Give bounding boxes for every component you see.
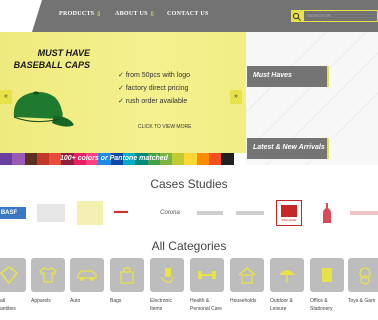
corona-logo: Corona [160, 210, 180, 216]
bear-icon [359, 267, 371, 285]
hand-icon [160, 268, 174, 283]
search-input[interactable]: SEARCH OR... [303, 10, 378, 22]
delhaize-logo: DELHAIZE [276, 200, 302, 226]
client-logo[interactable]: DELHAIZE [272, 196, 306, 230]
banner-title-line2: BASEBALL CAPS [13, 60, 90, 70]
client-logo-image [197, 211, 223, 215]
nav-contact[interactable]: CONTACT US [167, 11, 209, 17]
new-arrivals-tag[interactable]: Latest & New Arrivals [247, 138, 327, 159]
banner-bullet: ✓ factory direct pricing [118, 85, 189, 92]
nav-products-label: PRODUCTS [59, 11, 95, 17]
nav-about[interactable]: ABOUT US ▯ [115, 11, 154, 17]
nav-contact-label: CONTACT US [167, 11, 209, 17]
bottle-icon [323, 203, 331, 223]
house-icon [238, 267, 256, 284]
client-logo[interactable] [233, 196, 267, 230]
chevron-down-icon: ▯ [150, 12, 154, 17]
category-item[interactable]: Electronic Items [150, 258, 184, 313]
colorbar-caption: 100+ colors or Pantone matched [60, 155, 168, 162]
category-tile [70, 258, 104, 292]
category-label: Apparels [31, 298, 51, 304]
hero-banner[interactable]: MUST HAVE BASEBALL CAPS ✓ from 50pcs wit… [0, 32, 246, 153]
logo-area[interactable] [0, 0, 32, 32]
view-more-link[interactable]: CLICK TO VIEW MORE [138, 124, 191, 130]
category-item[interactable]: Auto [70, 258, 104, 305]
category-item[interactable]: Households [230, 258, 264, 305]
category-tile [150, 258, 184, 292]
notebook-icon [322, 268, 332, 282]
banner-bullet: ✓ rush order available [118, 98, 188, 105]
prev-slide-button[interactable]: « [0, 90, 12, 104]
category-item[interactable]: Apparels [31, 258, 65, 305]
banner-bullets: ✓ from 50pcs with logo ✓ factory direct … [118, 69, 190, 108]
cases-studies-heading: Cases Studies [150, 177, 228, 191]
umbrella-icon [279, 270, 295, 283]
client-logo[interactable]: BASF [0, 196, 26, 230]
category-tile [0, 258, 26, 292]
client-logo[interactable] [34, 196, 68, 230]
client-logo-image [37, 204, 65, 222]
category-item[interactable]: Toys & Gam [348, 258, 378, 305]
tshirt-icon [39, 267, 57, 283]
nav-about-label: ABOUT US [115, 11, 148, 17]
search-button[interactable] [291, 10, 303, 22]
client-logo-image [77, 201, 103, 225]
category-label: Office & Stationery [310, 298, 333, 312]
nav-products[interactable]: PRODUCTS ▯ [59, 11, 100, 17]
next-slide-button[interactable]: » [230, 90, 242, 104]
category-item[interactable]: Outdoor & Leisure [270, 258, 304, 313]
category-grid: all antities Apparels Auto Bags Electron… [0, 258, 378, 320]
banner-title-line1: MUST HAVE [37, 48, 90, 58]
category-label: Electronic Items [150, 298, 172, 312]
category-tile [348, 258, 378, 292]
client-logos: BASF ▬▬ Corona DELHAIZE [0, 196, 378, 232]
client-logo[interactable] [73, 196, 107, 230]
category-tile [270, 258, 304, 292]
dumbbell-icon [198, 271, 216, 279]
client-logo[interactable] [348, 196, 378, 230]
category-label: all antities [0, 298, 16, 312]
tag-accent [327, 138, 329, 159]
client-logo[interactable]: Corona [153, 196, 187, 230]
chevron-right-icon: » [234, 93, 238, 100]
category-item[interactable]: Health & Personal Care [190, 258, 224, 313]
tag-accent [327, 66, 329, 87]
client-logo-image [350, 211, 378, 215]
chevron-down-icon: ▯ [97, 12, 101, 17]
page: PRODUCTS ▯ ABOUT US ▯ CONTACT US SEARCH OR… [0, 0, 378, 320]
category-tile [310, 258, 344, 292]
search-icon [292, 12, 301, 21]
banner-bullet: ✓ from 50pcs with logo [118, 72, 191, 79]
baseball-cap-image [13, 91, 74, 127]
client-logo-image [236, 211, 264, 215]
category-label: Health & Personal Care [190, 298, 222, 312]
category-tile [230, 258, 264, 292]
category-tile [190, 258, 224, 292]
client-logo[interactable] [193, 196, 227, 230]
category-item[interactable]: Office & Stationery [310, 258, 344, 313]
logo-notch [32, 0, 42, 32]
tag-icon [0, 266, 19, 285]
category-item[interactable]: all antities [0, 258, 26, 313]
chevron-left-icon: « [4, 93, 8, 100]
lion-icon [281, 205, 297, 217]
category-tile [110, 258, 144, 292]
client-logo[interactable] [310, 196, 344, 230]
client-logo[interactable]: ▬▬ [111, 196, 145, 230]
car-icon [77, 270, 97, 281]
category-label: Bags [110, 298, 122, 304]
category-label: Auto [70, 298, 81, 304]
category-tile [31, 258, 65, 292]
category-label: Outdoor & Leisure [270, 298, 293, 312]
dhl-logo-image: ▬▬ [114, 208, 128, 215]
must-haves-tag[interactable]: Must Haves [247, 66, 327, 87]
basf-logo: BASF [0, 207, 26, 219]
banner-title: MUST HAVE BASEBALL CAPS [0, 47, 90, 71]
category-label: Toys & Gam [348, 298, 376, 304]
category-item[interactable]: Bags [110, 258, 144, 305]
bag-icon [120, 266, 134, 284]
all-categories-heading: All Categories [151, 239, 227, 253]
category-label: Households [230, 298, 257, 304]
